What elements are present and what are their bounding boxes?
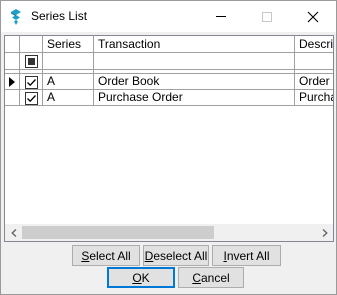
filter-indicator-cell <box>5 53 20 69</box>
filter-description-cell[interactable] <box>295 53 333 69</box>
row-check-cell[interactable] <box>20 74 43 89</box>
ok-button[interactable]: OK <box>107 267 175 288</box>
select-all-checkbox[interactable] <box>25 55 38 68</box>
title-bar: Series List <box>1 1 336 32</box>
transaction-cell[interactable]: Order Book <box>94 74 295 89</box>
column-header-description[interactable]: Descrip <box>295 36 333 52</box>
scroll-right-button[interactable] <box>316 224 333 241</box>
chevron-left-icon <box>10 228 16 237</box>
select-all-checkbox-cell[interactable] <box>20 53 43 69</box>
scroll-left-button[interactable] <box>5 224 22 241</box>
table-row[interactable]: A Order Book Order B <box>5 74 333 90</box>
row-indicator-cell <box>5 74 20 89</box>
cancel-label: ancel <box>200 270 230 285</box>
filter-series-cell[interactable] <box>43 53 94 69</box>
series-cell[interactable]: A <box>43 90 94 105</box>
maximize-icon <box>262 11 272 22</box>
separator-cell <box>5 70 20 73</box>
select-all-label: elect All <box>89 248 131 263</box>
chevron-right-icon <box>322 228 328 237</box>
transaction-cell[interactable]: Purchase Order <box>94 90 295 105</box>
column-header-transaction[interactable]: Transaction <box>94 36 295 52</box>
current-row-arrow-icon <box>9 77 15 87</box>
ok-label: K <box>141 270 150 285</box>
series-list-dialog: Series List Series Transaction Descrip <box>0 0 337 295</box>
separator-cell <box>94 70 295 73</box>
app-logo-icon <box>8 8 24 26</box>
grid-header-row: Series Transaction Descrip <box>5 36 333 53</box>
deselect-all-label: eselect All <box>153 248 208 263</box>
ok-accel: O <box>132 270 142 285</box>
row-checkbox[interactable] <box>25 92 38 105</box>
description-cell[interactable]: Order B <box>295 74 333 89</box>
cancel-accel: C <box>192 270 201 285</box>
table-row[interactable]: A Purchase Order Purcha <box>5 90 333 106</box>
row-check-cell[interactable] <box>20 90 43 105</box>
deselect-all-button[interactable]: Deselect All <box>143 245 209 266</box>
window-title: Series List <box>31 9 88 23</box>
close-button[interactable] <box>290 1 336 32</box>
filter-transaction-cell[interactable] <box>94 53 295 69</box>
close-icon <box>307 11 319 22</box>
column-header-series[interactable]: Series <box>43 36 94 52</box>
deselect-all-accel: D <box>144 248 154 263</box>
separator-cell <box>20 70 43 73</box>
header-check-cell <box>20 36 43 52</box>
row-indicator-cell <box>5 90 20 105</box>
cancel-button[interactable]: Cancel <box>178 267 244 288</box>
header-indicator-cell <box>5 36 20 52</box>
select-all-button[interactable]: Select All <box>72 245 140 266</box>
filter-row <box>5 53 333 70</box>
invert-all-label: nvert All <box>226 248 270 263</box>
minimize-icon <box>216 16 226 17</box>
row-checkbox[interactable] <box>25 76 38 89</box>
horizontal-scrollbar[interactable] <box>5 224 333 241</box>
invert-all-button[interactable]: Invert All <box>212 245 281 266</box>
series-cell[interactable]: A <box>43 74 94 89</box>
maximize-button[interactable] <box>244 1 290 32</box>
series-grid[interactable]: Series Transaction Descrip <box>4 35 334 242</box>
separator-cell <box>43 70 94 73</box>
description-cell[interactable]: Purcha <box>295 90 333 105</box>
minimize-button[interactable] <box>198 1 244 32</box>
scrollbar-thumb[interactable] <box>22 226 214 239</box>
select-all-accel: S <box>81 248 90 263</box>
